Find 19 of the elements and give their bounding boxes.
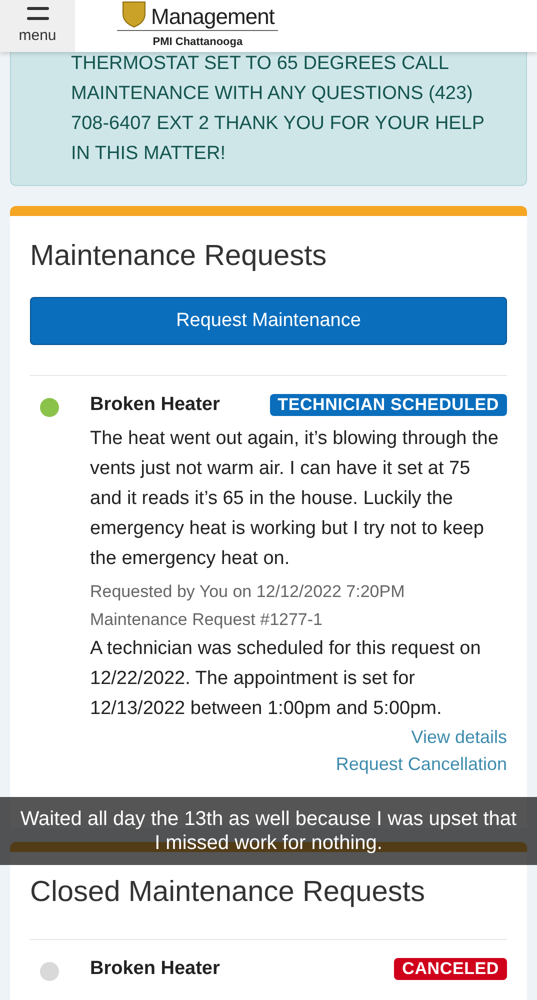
request-maintenance-button[interactable]: Request Maintenance: [30, 297, 507, 345]
menu-button[interactable]: menu: [0, 0, 75, 52]
section-title: Closed Maintenance Requests: [30, 876, 426, 909]
request-link[interactable]: Request Cancellation: [336, 751, 507, 778]
request-number: Maintenance Request #1277-1: [90, 609, 324, 631]
section-title: Maintenance Requests: [30, 240, 328, 273]
appointment-note: A technician was scheduled for this request on 12/22/2022. The appointment is set for 12/13/2022 between 1:00pm and 5:00pm.: [90, 637, 482, 721]
caption-overlay: Waited all day the 13th as well because I was upset that I missed work for nothing.: [0, 797, 537, 865]
menu-icon: [26, 7, 48, 21]
request-title: Broken Heater: [90, 394, 220, 416]
requested-info: Requested by You on 12/12/2022 7:20PM: [90, 581, 406, 603]
request-link[interactable]: View details: [411, 724, 507, 751]
status-label: CANCELED: [394, 958, 507, 980]
request-description: The heat went out again, it’s blowing through the vents just not warm air. I can have it set at 75 and it reads it’s 65 in the house. Luckily the emergency heat is working but I try not to keep the emergency heat on.: [90, 427, 500, 571]
shield-logo-icon: [121, 0, 147, 28]
office-name: PMI Chattanooga: [152, 36, 243, 48]
request-title: Broken Heater: [90, 958, 220, 980]
logo-text: Management: [151, 6, 274, 28]
status-label: TECHNICIAN SCHEDULED: [270, 394, 507, 416]
